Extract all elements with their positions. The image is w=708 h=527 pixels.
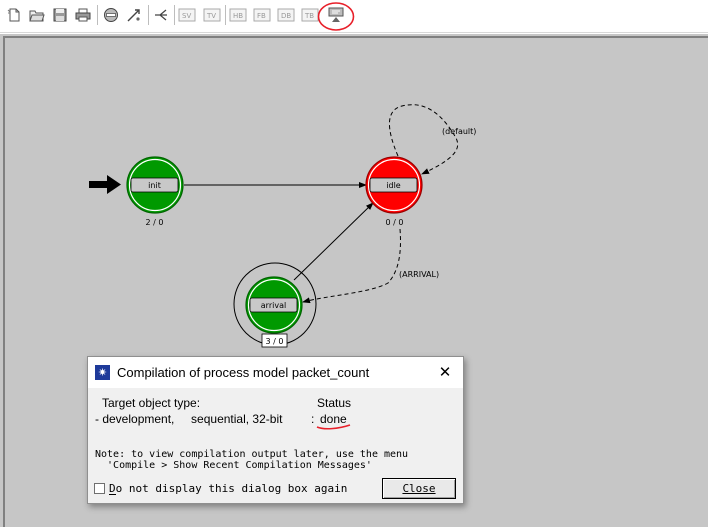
note-line-2: 'Compile > Show Recent Compilation Messa… (95, 460, 372, 471)
state-init[interactable]: init 2 / 0 (126, 156, 184, 227)
close-button[interactable]: Close (382, 478, 456, 499)
state-init-label: init (148, 181, 161, 190)
dialog-titlebar[interactable]: ✷ Compilation of process model packet_co… (88, 357, 463, 388)
state-arrival-label: arrival (261, 301, 286, 310)
state-arrival[interactable]: arrival 3 / 0 (233, 262, 317, 348)
do-not-display-checkbox[interactable] (94, 483, 105, 494)
target-header: Target object type: (102, 396, 201, 410)
transition-arrival-to-idle[interactable] (293, 202, 374, 281)
close-button-label: Close (402, 482, 436, 495)
close-icon[interactable]: ✕ (435, 362, 455, 382)
checkbox-label[interactable]: Do not display this dialog box again (109, 482, 347, 495)
note-line-1: Note: to view compilation output later, … (95, 449, 409, 460)
state-idle[interactable]: idle 0 / 0 (365, 156, 423, 227)
state-init-counter: 2 / 0 (146, 218, 164, 227)
dialog-title: Compilation of process model packet_coun… (117, 365, 370, 380)
state-idle-counter: 0 / 0 (386, 218, 404, 227)
status-colon: : (311, 412, 315, 426)
app-icon: ✷ (95, 365, 110, 380)
initial-state-arrow (89, 175, 121, 194)
state-arrival-counter: 3 / 0 (266, 337, 284, 346)
transition-label-default: (default) (442, 127, 476, 136)
transition-label-arrival: (ARRIVAL) (399, 270, 439, 279)
target-object-row: - development, sequential, 32-bit (95, 412, 283, 426)
checkbox-underline-letter (109, 482, 116, 495)
status-header: Status (317, 396, 352, 410)
annotation-underline (316, 424, 351, 430)
compilation-dialog: ✷ Compilation of process model packet_co… (87, 356, 464, 504)
state-idle-label: idle (386, 181, 401, 190)
transition-idle-to-arrival[interactable] (302, 228, 401, 304)
